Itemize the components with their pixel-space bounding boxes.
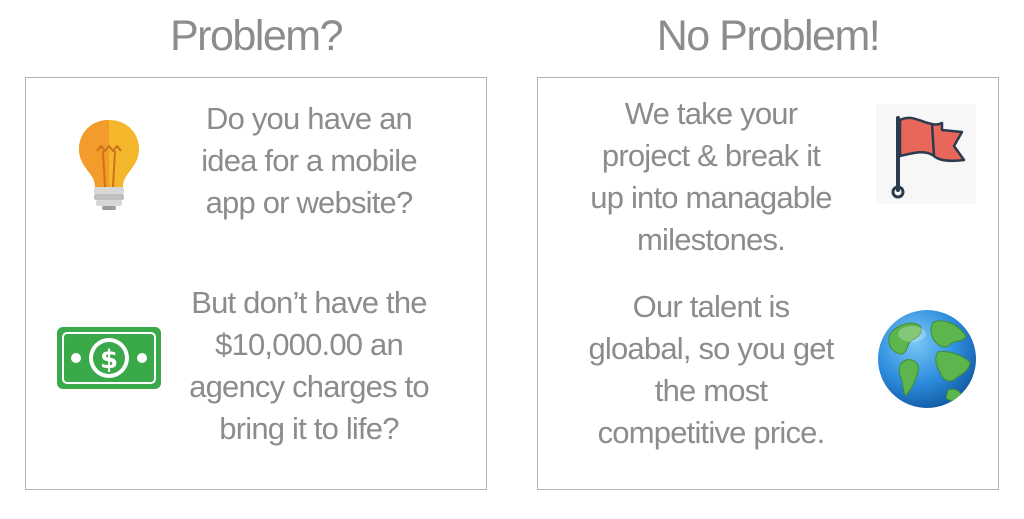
flag-icon [876,104,976,204]
no-problem-panel: We take your project & break it up into … [537,77,999,490]
idea-question: Do you have an idea for a mobile app or … [201,101,417,220]
dollar-bill-icon: $ [57,327,161,389]
budget-question: But don’t have the $10,000.00 an agency … [189,285,430,446]
no-problem-title: No Problem! [656,12,881,60]
problem-panel: Do you have an idea for a mobile app or … [25,77,487,490]
problem-title: Problem? [169,12,344,60]
milestones-text: We take your project & break it up into … [590,96,832,257]
svg-text:$: $ [100,345,118,375]
globe-icon [876,308,978,410]
lightbulb-icon [75,118,143,210]
talent-text: Our talent is gloabal, so you get the mo… [588,289,834,450]
